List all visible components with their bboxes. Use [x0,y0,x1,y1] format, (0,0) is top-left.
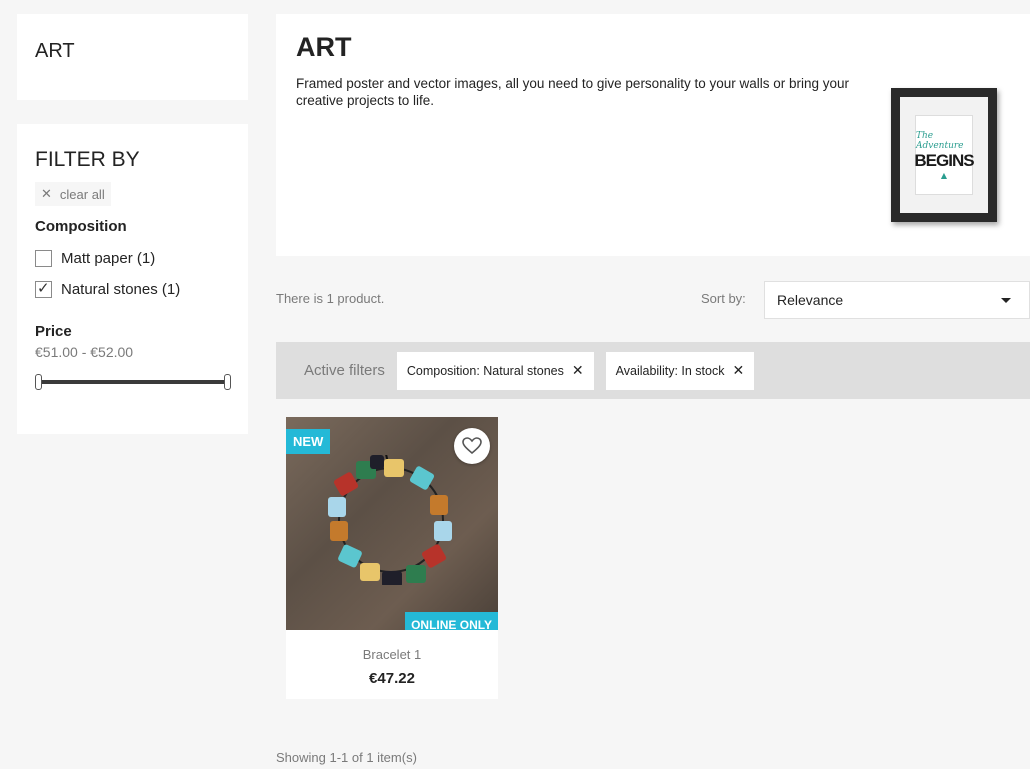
facet-title-composition: Composition [35,218,127,235]
facet-option-natural-stones[interactable]: Natural stones (1) [35,274,230,305]
product-card[interactable]: NEW ONLINE ONLY Bracelet 1 €47.22 [286,417,498,699]
product-count: There is 1 product. [276,291,385,306]
page-title: ART [296,32,352,62]
filter-chip-label: Composition: Natural stones [406,363,564,378]
pagination-summary: Showing 1-1 of 1 item(s) [276,750,417,765]
bracelet-photo [328,455,452,585]
price-range-text: €51.00 - €52.00 [35,344,134,360]
close-icon[interactable]: ✕ [572,362,584,379]
category-block: ART [17,14,248,100]
slider-handle-min[interactable] [35,374,42,390]
slider-handle-max[interactable] [224,374,231,390]
close-icon[interactable]: ✕ [732,362,744,379]
product-price: €47.22 [369,670,415,687]
filter-chip-label: Availability: In stock [615,363,725,378]
active-filters-label: Active filters [304,362,385,379]
category-header: ART Framed poster and vector images, all… [276,14,1030,256]
checkbox-checked[interactable] [35,279,52,298]
slider-track [39,380,227,384]
heart-icon [462,437,482,455]
clear-all-button[interactable]: ✕ clear all [35,182,111,206]
poster-text-main: BEGINS [914,150,974,170]
facet-title-price: Price [35,323,72,340]
price-slider[interactable] [35,374,231,390]
filter-title: FILTER BY [35,148,140,171]
sort-value: Relevance [777,292,844,308]
product-image[interactable]: NEW ONLINE ONLY [286,417,498,630]
category-title[interactable]: ART [35,40,230,63]
facet-option-label[interactable]: Natural stones (1) [61,281,180,298]
tent-icon: ▲ [940,170,948,180]
facet-option-matt-paper[interactable]: Matt paper (1) [35,243,230,274]
facet-option-label[interactable]: Matt paper (1) [61,250,155,267]
sort-label: Sort by: [701,291,746,306]
category-description: Framed poster and vector images, all you… [296,76,850,108]
close-icon: ✕ [41,186,52,201]
wishlist-button[interactable] [454,428,490,464]
new-badge: NEW [286,429,331,454]
filter-panel: FILTER BY ✕ clear all Composition Matt p… [17,124,248,434]
chevron-down-icon [1001,297,1011,303]
online-only-badge: ONLINE ONLY [405,612,498,630]
filter-chip-composition[interactable]: Composition: Natural stones ✕ [396,351,594,390]
clear-all-label: clear all [59,186,105,202]
product-name[interactable]: Bracelet 1 [286,647,498,662]
filter-chip-availability[interactable]: Availability: In stock ✕ [605,351,755,390]
checkbox[interactable] [35,250,52,267]
sort-select[interactable]: Relevance [764,281,1030,319]
category-image: The Adventure BEGINS ▲ [891,88,997,222]
active-filters-bar: Active filters Composition: Natural ston… [276,342,1030,399]
poster-text-top: The Adventure [916,130,964,151]
